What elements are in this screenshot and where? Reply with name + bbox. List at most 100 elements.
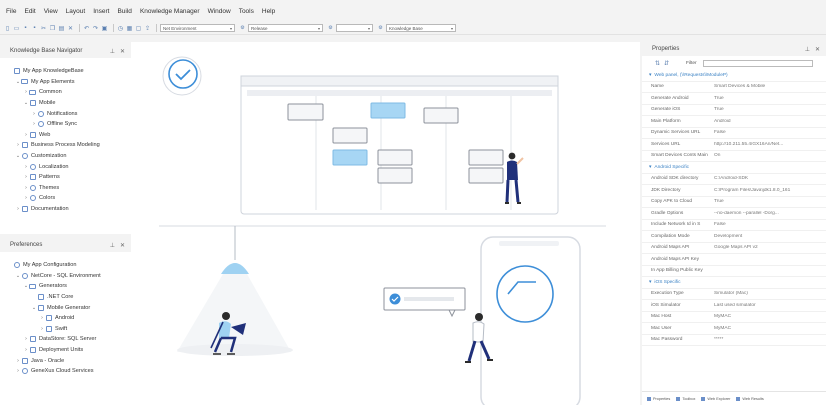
tree-item[interactable]: › DataStore: SQL Server	[0, 334, 131, 345]
property-row[interactable]: Smart Devices Conts Main On	[642, 151, 826, 162]
menu-item-edit[interactable]: Edit	[24, 8, 35, 15]
property-row[interactable]: Name Smart Devices & Mobile	[642, 82, 826, 93]
property-value[interactable]: Development	[713, 234, 826, 239]
environment-config-icon[interactable]: ⚙	[239, 25, 246, 32]
close-icon[interactable]: ✕	[815, 46, 820, 53]
property-value[interactable]: On	[713, 153, 826, 158]
tree-item[interactable]: › Themes	[0, 183, 131, 194]
menu-item-knowledge-manager[interactable]: Knowledge Manager	[140, 8, 200, 15]
tree-item[interactable]: › Localization	[0, 161, 131, 172]
property-value[interactable]: True	[713, 96, 826, 101]
property-value[interactable]: Google Maps API v2	[713, 245, 826, 250]
tree-item[interactable]: › Colors	[0, 193, 131, 204]
tree-item[interactable]: ⌄ Customization	[0, 151, 131, 162]
kb-select[interactable]: Knowledge Base ▾	[386, 24, 456, 32]
property-value[interactable]: http://10.211.55.4/GX16An/Net...	[713, 142, 826, 147]
export-icon[interactable]: ⇪	[144, 25, 151, 32]
redo-icon[interactable]: ↷	[92, 25, 99, 32]
property-value[interactable]: Simulator (Mac)	[713, 291, 826, 296]
tree-item[interactable]: My App KnowledgeBase	[0, 66, 131, 77]
property-row[interactable]: In App Billing Public Key	[642, 266, 826, 277]
property-row[interactable]: Android SDK directory C:\Android-SDK	[642, 174, 826, 185]
tree-item[interactable]: ⌄ Mobile	[0, 98, 131, 109]
menu-item-file[interactable]: File	[6, 8, 16, 15]
property-value[interactable]: Smart Devices & Mobile	[713, 84, 826, 89]
platform-select[interactable]: ▾	[336, 24, 373, 32]
property-row[interactable]: Mac Password *****	[642, 335, 826, 346]
tree-item[interactable]: › Web	[0, 130, 131, 141]
property-row[interactable]: iOS Simulator Last used simulator	[642, 300, 826, 312]
tree-item[interactable]: › Java - Oracle	[0, 355, 131, 366]
property-row[interactable]: Generate iOS True	[642, 105, 826, 116]
property-row[interactable]: Include Network Id in S False	[642, 220, 826, 231]
menu-item-window[interactable]: Window	[208, 8, 231, 15]
save-all-icon[interactable]: ▪	[31, 25, 38, 32]
tree-item[interactable]: ⌄ My App Elements	[0, 77, 131, 88]
pin-icon[interactable]: ⊥	[110, 48, 115, 55]
property-row[interactable]: Generate Android True	[642, 93, 826, 105]
property-value[interactable]: MyMAC	[713, 326, 826, 331]
property-row[interactable]: Execution Type Simulator (Mac)	[642, 289, 826, 300]
tree-item[interactable]: ⌄ Generators	[0, 281, 131, 292]
configuration-icon[interactable]: ⚙	[327, 25, 334, 32]
categorized-icon[interactable]: ⇅	[654, 60, 661, 67]
history-icon[interactable]: ◷	[117, 25, 124, 32]
property-value[interactable]: False	[713, 222, 826, 227]
tab-web-results[interactable]: Web Results	[736, 396, 764, 401]
property-row[interactable]: Main Platform Android	[642, 116, 826, 128]
property-row[interactable]: JDK Directory C:\Program Files\Java\jdk1.…	[642, 185, 826, 197]
tree-item[interactable]: › Deployment Units	[0, 345, 131, 356]
property-value[interactable]: Android	[713, 119, 826, 124]
object-path[interactable]: ▾ Web panel, (\\Requests\\ModuleP)	[642, 70, 826, 82]
menu-item-view[interactable]: View	[44, 8, 58, 15]
tab-web-explorer[interactable]: Web Explorer	[701, 396, 730, 401]
layout-icon[interactable]: ▦	[126, 25, 133, 32]
tree-item[interactable]: My App Configuration	[0, 260, 131, 271]
copy-icon[interactable]: ❐	[49, 25, 56, 32]
tree-item[interactable]: › Offline Sync	[0, 119, 131, 130]
open-icon[interactable]: ▭	[13, 25, 20, 32]
undo-icon[interactable]: ↶	[83, 25, 90, 32]
property-row[interactable]: Compilation Mode Development	[642, 231, 826, 243]
environment-select[interactable]: Net Environment ▾	[160, 24, 235, 32]
property-row[interactable]: Android Maps API Google Maps API v2	[642, 243, 826, 254]
property-value[interactable]: --no-daemon --parallel -Dorg...	[713, 211, 826, 216]
print-icon[interactable]: ▣	[101, 25, 108, 32]
property-value[interactable]: Last used simulator	[713, 303, 826, 308]
property-row[interactable]: Services URL http://10.211.55.4/GX16An/Ne…	[642, 139, 826, 151]
filter-input[interactable]	[702, 59, 813, 67]
window-icon[interactable]: ▢	[135, 25, 142, 32]
platform-icon[interactable]: ⚙	[377, 25, 384, 32]
pin-icon[interactable]: ⊥	[805, 46, 810, 53]
new-icon[interactable]: ▯	[4, 25, 11, 32]
sort-icon[interactable]: ⇵	[663, 60, 670, 67]
property-section[interactable]: ▾ iOS Specific	[642, 277, 826, 289]
menu-item-build[interactable]: Build	[117, 8, 131, 15]
property-value[interactable]: True	[713, 107, 826, 112]
menu-item-tools[interactable]: Tools	[239, 8, 254, 15]
paste-icon[interactable]: ▤	[58, 25, 65, 32]
property-row[interactable]: Mac User MyMAC	[642, 323, 826, 335]
pin-icon[interactable]: ⊥	[110, 242, 115, 249]
property-value[interactable]: *****	[713, 337, 826, 342]
tree-item[interactable]: › Business Process Modeling	[0, 140, 131, 151]
tab-toolbox[interactable]: Toolbox	[676, 396, 695, 401]
property-value[interactable]: True	[713, 199, 826, 204]
property-row[interactable]: Android Maps API Key	[642, 254, 826, 266]
close-icon[interactable]: ✕	[120, 242, 125, 249]
tree-item[interactable]: › Android	[0, 313, 131, 324]
delete-icon[interactable]: ✕	[67, 25, 74, 32]
property-section[interactable]: ▾ Android Specific	[642, 162, 826, 174]
tree-item[interactable]: › Patterns	[0, 172, 131, 183]
tree-item[interactable]: › Documentation	[0, 204, 131, 215]
property-row[interactable]: Gradle Options --no-daemon --parallel -Do…	[642, 208, 826, 220]
cut-icon[interactable]: ✂	[40, 25, 47, 32]
tree-item[interactable]: ⌄ Mobile Generator	[0, 302, 131, 313]
tree-item[interactable]: › Swift	[0, 324, 131, 335]
tree-item[interactable]: › Common	[0, 87, 131, 98]
property-value[interactable]: C:\Program Files\Java\jdk1.8.0_161	[713, 188, 826, 193]
property-value[interactable]: MyMAC	[713, 314, 826, 319]
property-row[interactable]: Dynamic Services URL False	[642, 128, 826, 139]
tree-item[interactable]: › GeneXus Cloud Services	[0, 366, 131, 377]
property-value[interactable]: False	[713, 130, 826, 135]
